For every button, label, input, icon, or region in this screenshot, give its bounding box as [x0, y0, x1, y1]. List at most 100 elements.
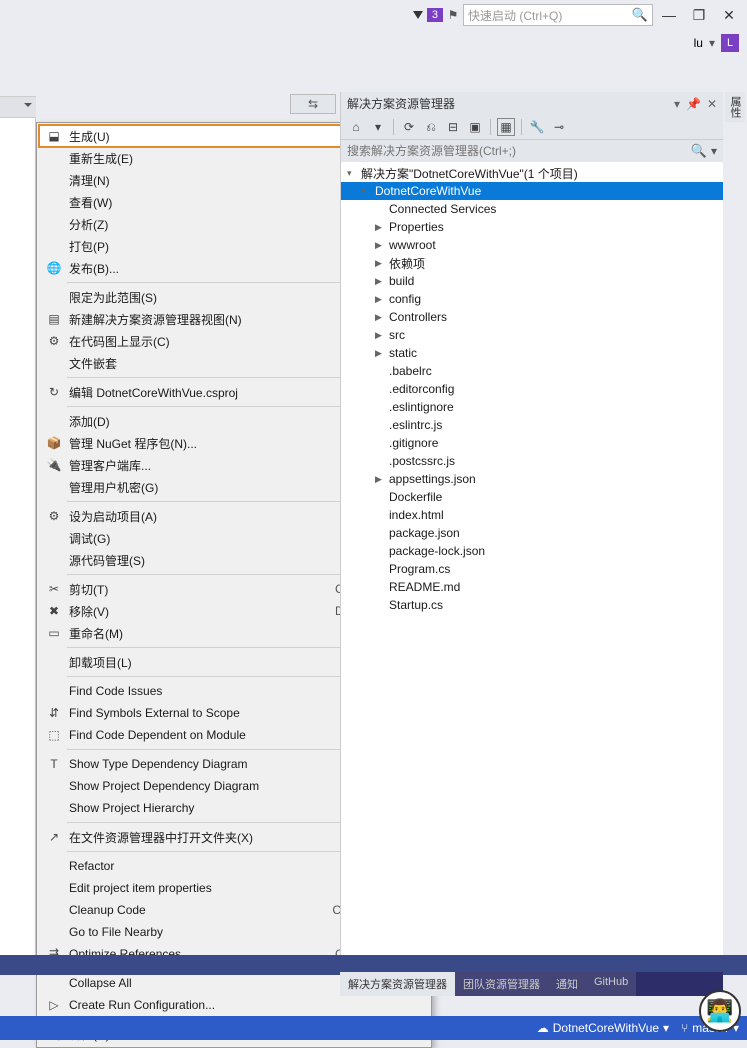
tree-label: Startup.cs: [387, 598, 443, 612]
bottom-tab[interactable]: 通知: [548, 972, 586, 996]
restore-button[interactable]: ❐: [685, 4, 713, 26]
panel-dropdown-icon[interactable]: ▾: [674, 97, 680, 111]
tree-row[interactable]: Connected Services: [341, 200, 723, 218]
quick-launch-input[interactable]: 快速启动 (Ctrl+Q) 🔍: [463, 4, 653, 26]
search-input[interactable]: [347, 144, 691, 158]
menu-item[interactable]: ▷Create Run Configuration...: [39, 994, 429, 1016]
tree-row[interactable]: ▾DotnetCoreWithVue: [341, 182, 723, 200]
panel-toolbar: ⌂ ▾ ⟳ ⎌ ⊟ ▣ ▦ 🔧 ⊸: [341, 115, 723, 140]
tree-row[interactable]: README.md: [341, 578, 723, 596]
tree-row[interactable]: Startup.cs: [341, 596, 723, 614]
tree-label: config: [387, 292, 421, 306]
menu-label: 限定为此范围(S): [65, 289, 335, 306]
showall-icon[interactable]: ▣: [466, 118, 484, 136]
tree-row[interactable]: index.html: [341, 506, 723, 524]
menu-label: 在代码图上显示(C): [65, 333, 335, 350]
search-dropdown-icon[interactable]: ▾: [711, 144, 717, 158]
user-avatar[interactable]: L: [721, 34, 739, 52]
key-icon[interactable]: ⊸: [550, 118, 568, 136]
minimize-button[interactable]: —: [655, 4, 683, 26]
twisty-icon[interactable]: ▶: [375, 474, 387, 485]
twisty-icon[interactable]: ▶: [375, 222, 387, 233]
tree-row[interactable]: ▶build: [341, 272, 723, 290]
tree-row[interactable]: ▶appsettings.json: [341, 470, 723, 488]
panel-close-icon[interactable]: ✕: [707, 97, 717, 111]
menu-label: 生成(U): [65, 128, 335, 145]
chevron-down-icon: ▾: [663, 1021, 669, 1035]
pending-icon[interactable]: ⎌: [422, 118, 440, 136]
twisty-icon[interactable]: ▾: [347, 168, 359, 179]
bottom-tab[interactable]: 团队资源管理器: [455, 972, 548, 996]
tree-row[interactable]: package-lock.json: [341, 542, 723, 560]
tree-row[interactable]: ▶config: [341, 290, 723, 308]
menu-label: Go to File Nearby: [65, 925, 335, 939]
pin-icon[interactable]: 📌: [686, 97, 701, 111]
twisty-icon[interactable]: ▾: [361, 186, 373, 197]
twisty-icon[interactable]: ▶: [375, 348, 387, 359]
nuget-icon: 📦: [43, 434, 65, 452]
status-project[interactable]: ☁ DotnetCoreWithVue ▾: [537, 1021, 669, 1035]
solution-tree[interactable]: ▾解决方案"DotnetCoreWithVue"(1 个项目)▾DotnetCo…: [341, 162, 723, 974]
user-row: lu ▾ L: [0, 30, 747, 56]
close-button[interactable]: ✕: [715, 4, 743, 26]
user-name[interactable]: lu: [694, 36, 703, 50]
twisty-icon[interactable]: ▶: [375, 330, 387, 341]
twisty-icon[interactable]: ▶: [375, 276, 387, 287]
sync-icon[interactable]: ⟳: [400, 118, 418, 136]
filter-icon[interactable]: [413, 11, 423, 19]
user-dropdown-icon[interactable]: ▾: [709, 36, 715, 50]
twisty-icon[interactable]: ▶: [375, 294, 387, 305]
view-icon[interactable]: ▦: [497, 118, 515, 136]
tree-label: Controllers: [387, 310, 447, 324]
blank-icon: [43, 193, 65, 211]
bottom-tab[interactable]: GitHub: [586, 972, 636, 996]
dropdown-icon[interactable]: ▾: [369, 118, 387, 136]
wrench-icon[interactable]: 🔧: [528, 118, 546, 136]
bottom-tab[interactable]: 解决方案资源管理器: [340, 972, 455, 996]
side-tab-properties[interactable]: 属性: [725, 92, 745, 122]
tree-row[interactable]: ▶src: [341, 326, 723, 344]
blank-icon: [43, 478, 65, 496]
twisty-icon[interactable]: ▶: [375, 258, 387, 269]
menu-label: 添加(D): [65, 413, 335, 430]
home-icon[interactable]: ⌂: [347, 118, 365, 136]
twisty-icon[interactable]: ▶: [375, 240, 387, 251]
collapse-icon[interactable]: ⊟: [444, 118, 462, 136]
tree-row[interactable]: ▶Controllers: [341, 308, 723, 326]
blank-icon: [43, 354, 65, 372]
tree-row[interactable]: .postcssrc.js: [341, 452, 723, 470]
cloud-icon: ☁: [537, 1021, 549, 1035]
menu-label: 管理用户机密(G): [65, 479, 335, 496]
tree-row[interactable]: .babelrc: [341, 362, 723, 380]
left-tabstrip[interactable]: [0, 96, 36, 118]
blank-icon: [43, 171, 65, 189]
assistant-avatar[interactable]: 👨‍💻: [699, 990, 741, 1032]
tree-row[interactable]: ▶wwwroot: [341, 236, 723, 254]
notification-badge[interactable]: 3: [427, 8, 443, 22]
tree-label: .babelrc: [387, 364, 432, 378]
tree-row[interactable]: ▶Properties: [341, 218, 723, 236]
expand-handle[interactable]: ⇆: [290, 94, 336, 114]
tree-row[interactable]: package.json: [341, 524, 723, 542]
tree-label: Connected Services: [387, 202, 496, 216]
tree-row[interactable]: ▶static: [341, 344, 723, 362]
menu-label: 设为启动项目(A): [65, 508, 335, 525]
tree-row[interactable]: .editorconfig: [341, 380, 723, 398]
tree-row[interactable]: .eslintignore: [341, 398, 723, 416]
tree-row[interactable]: Program.cs: [341, 560, 723, 578]
menu-label: 编辑 DotnetCoreWithVue.csproj: [65, 384, 335, 401]
tree-label: .editorconfig: [387, 382, 454, 396]
tree-row[interactable]: ▾解决方案"DotnetCoreWithVue"(1 个项目): [341, 164, 723, 182]
blank-icon: [43, 288, 65, 306]
menu-label: Find Symbols External to Scope: [65, 706, 335, 720]
menu-label: Create Run Configuration...: [65, 998, 335, 1012]
tree-row[interactable]: Dockerfile: [341, 488, 723, 506]
menu-label: Cleanup Code: [65, 903, 332, 917]
menu-label: 发布(B)...: [65, 260, 335, 277]
tree-row[interactable]: ▶依赖项: [341, 254, 723, 272]
tree-row[interactable]: .eslintrc.js: [341, 416, 723, 434]
tree-row[interactable]: .gitignore: [341, 434, 723, 452]
flag-icon[interactable]: ⚑: [445, 7, 461, 23]
twisty-icon[interactable]: ▶: [375, 312, 387, 323]
panel-search[interactable]: 🔍 ▾: [341, 140, 723, 162]
